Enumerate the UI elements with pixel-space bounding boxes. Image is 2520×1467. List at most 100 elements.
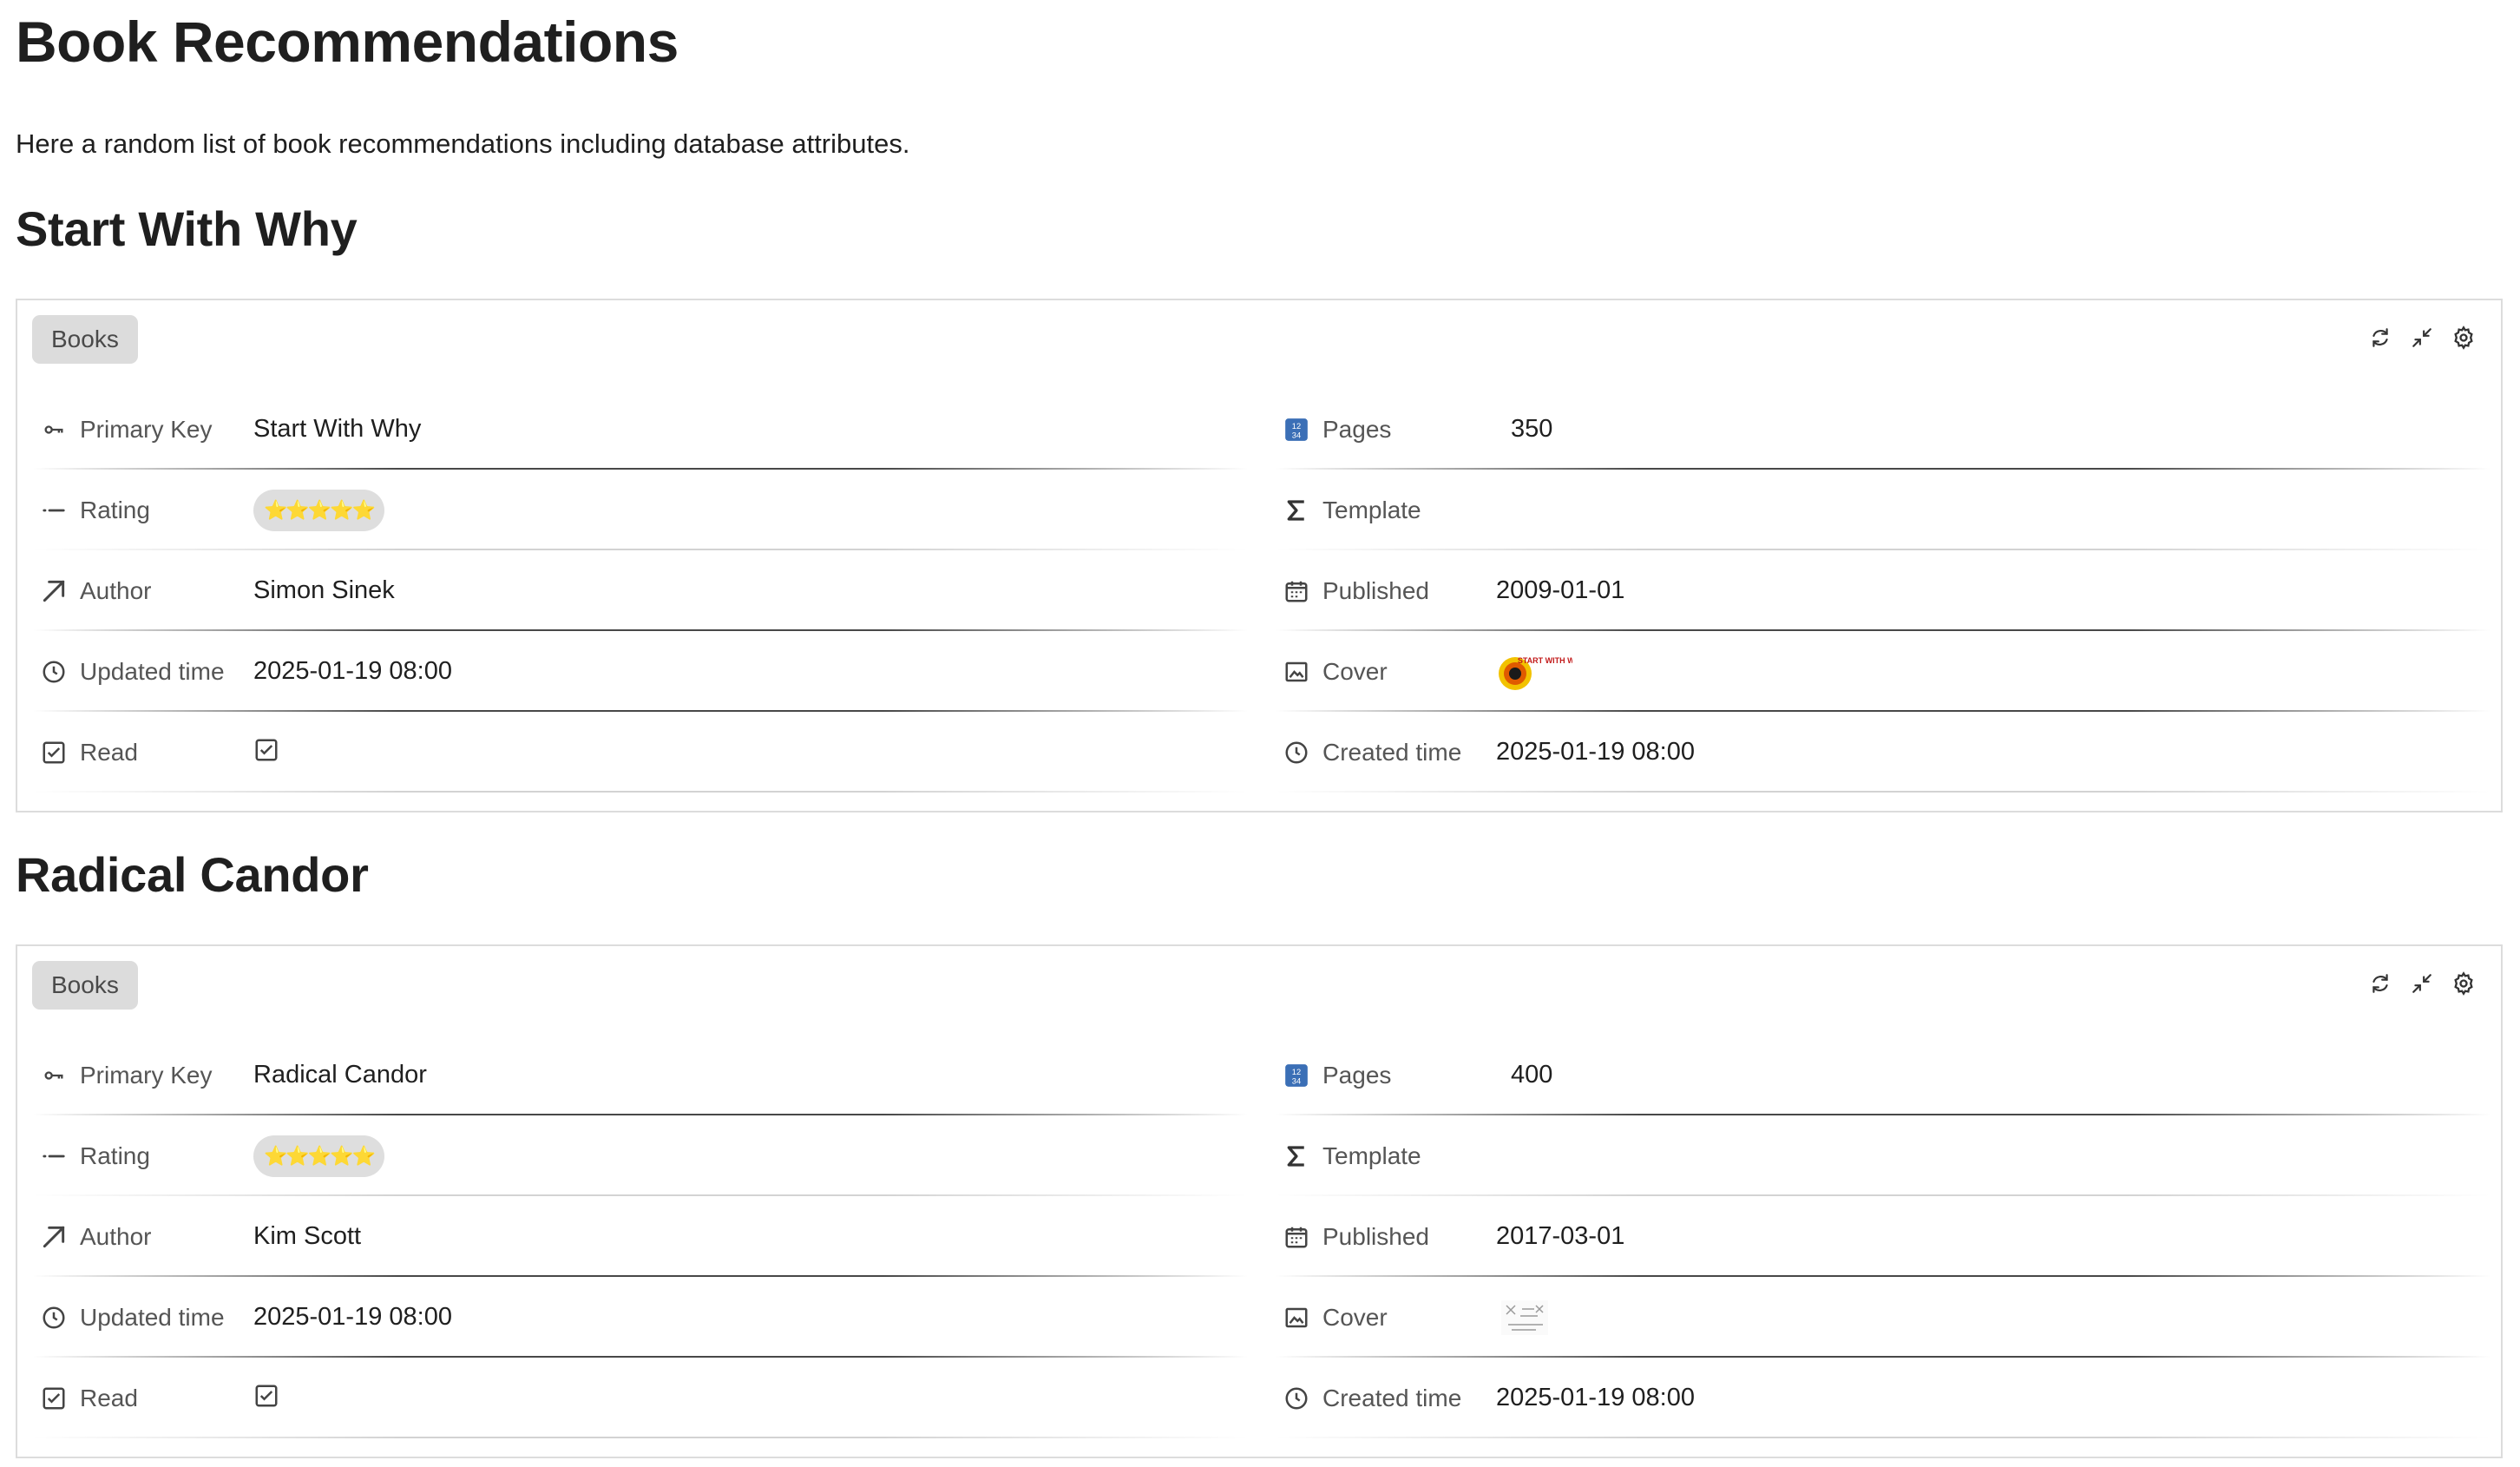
property-label: Updated time xyxy=(80,1303,225,1331)
property-label: Pages xyxy=(1322,415,1392,443)
svg-text:34: 34 xyxy=(1292,431,1301,439)
svg-text:12: 12 xyxy=(1292,421,1301,430)
refresh-icon[interactable] xyxy=(2367,325,2393,351)
property-value[interactable]: 350 xyxy=(1511,415,1552,444)
property-label: Created time xyxy=(1322,738,1462,766)
page: Book Recommendations Here a random list … xyxy=(0,0,2520,1458)
property-row-read: Read xyxy=(33,712,1248,793)
svg-text:12: 12 xyxy=(1292,1067,1301,1076)
cover-thumb-text: START WITH WHY xyxy=(1518,656,1572,665)
clock-icon xyxy=(1283,1385,1310,1412)
property-label: Author xyxy=(80,576,152,604)
property-value[interactable]: Start With Why xyxy=(253,415,421,444)
property-row-cover: Cover START WITH WHY xyxy=(1276,631,2490,712)
gear-icon[interactable] xyxy=(2451,325,2477,351)
property-value[interactable]: 2009-01-01 xyxy=(1496,576,1624,605)
database-tag[interactable]: Books xyxy=(32,961,138,1010)
property-label: Updated time xyxy=(80,657,225,685)
card-toolbar xyxy=(2367,325,2477,351)
refresh-icon[interactable] xyxy=(2367,970,2393,997)
property-label: Cover xyxy=(1322,1303,1388,1331)
database-tag[interactable]: Books xyxy=(32,315,138,364)
property-row-template: Template xyxy=(1276,470,2490,550)
arrow-up-right-icon xyxy=(40,577,68,605)
property-row-rating: Rating ⭐⭐⭐⭐⭐ xyxy=(33,470,1248,550)
property-row-updated-time: Updated time 2025-01-19 08:00 xyxy=(33,631,1248,712)
property-value: 2025-01-19 08:00 xyxy=(253,657,452,685)
key-icon xyxy=(40,1062,68,1089)
property-label: Author xyxy=(80,1222,152,1250)
checkbox-icon xyxy=(40,1385,68,1412)
key-icon xyxy=(40,416,68,444)
property-row-updated-time: Updated time 2025-01-19 08:00 xyxy=(33,1277,1248,1358)
property-value[interactable]: 400 xyxy=(1511,1061,1552,1089)
property-label: Pages xyxy=(1322,1061,1392,1089)
number-grid-icon: 12 34 xyxy=(1283,416,1310,444)
clock-icon xyxy=(40,1304,68,1332)
property-label: Rating xyxy=(80,496,150,523)
cover-thumbnail[interactable] xyxy=(1496,1297,1572,1339)
property-row-read: Read xyxy=(33,1358,1248,1438)
book-heading: Start With Why xyxy=(16,201,358,256)
read-checkbox[interactable] xyxy=(253,737,279,767)
properties-right-column: 12 34 Pages 350 Template Published 2009-0… xyxy=(1276,389,2490,793)
property-label: Primary Key xyxy=(80,415,213,443)
read-checkbox[interactable] xyxy=(253,1383,279,1413)
property-row-cover: Cover xyxy=(1276,1277,2490,1358)
property-value: 2025-01-19 08:00 xyxy=(1496,1384,1695,1411)
property-row-created-time: Created time 2025-01-19 08:00 xyxy=(1276,712,2490,793)
property-value: 2025-01-19 08:00 xyxy=(253,1303,452,1331)
clock-icon xyxy=(40,658,68,686)
property-row-created-time: Created time 2025-01-19 08:00 xyxy=(1276,1358,2490,1438)
list-dash-icon xyxy=(40,1142,68,1170)
sigma-icon xyxy=(1283,1142,1310,1170)
property-row-published: Published 2009-01-01 xyxy=(1276,550,2490,631)
rating-chip[interactable]: ⭐⭐⭐⭐⭐ xyxy=(253,489,384,531)
svg-text:34: 34 xyxy=(1292,1076,1301,1085)
property-value[interactable]: Kim Scott xyxy=(253,1222,361,1251)
property-row-pages: 12 34 Pages 350 xyxy=(1276,389,2490,470)
property-value[interactable]: Radical Candor xyxy=(253,1061,427,1089)
page-intro: Here a random list of book recommendatio… xyxy=(16,128,910,159)
property-row-author: Author Simon Sinek xyxy=(33,550,1248,631)
collapse-icon[interactable] xyxy=(2409,970,2435,997)
image-icon xyxy=(1283,1304,1310,1332)
property-row-published: Published 2017-03-01 xyxy=(1276,1196,2490,1277)
property-row-author: Author Kim Scott xyxy=(33,1196,1248,1277)
property-row-primary-key: Primary Key Start With Why xyxy=(33,389,1248,470)
property-label: Published xyxy=(1322,576,1429,604)
property-label: Cover xyxy=(1322,657,1388,685)
book-properties-card: Books Primary Key Radical Candor Rating … xyxy=(16,944,2503,1458)
number-grid-icon: 12 34 xyxy=(1283,1062,1310,1089)
property-label: Template xyxy=(1322,496,1421,523)
property-row-primary-key: Primary Key Radical Candor xyxy=(33,1035,1248,1115)
gear-icon[interactable] xyxy=(2451,970,2477,997)
property-label: Published xyxy=(1322,1222,1429,1250)
property-row-rating: Rating ⭐⭐⭐⭐⭐ xyxy=(33,1115,1248,1196)
collapse-icon[interactable] xyxy=(2409,325,2435,351)
properties-left-column: Primary Key Radical Candor Rating ⭐⭐⭐⭐⭐ … xyxy=(33,1035,1248,1438)
list-dash-icon xyxy=(40,497,68,524)
checkbox-icon xyxy=(40,739,68,766)
card-toolbar xyxy=(2367,970,2477,997)
cover-thumbnail[interactable]: START WITH WHY xyxy=(1496,650,1585,693)
book-properties-card: Books Primary Key Start With Why Rating … xyxy=(16,299,2503,812)
property-row-template: Template xyxy=(1276,1115,2490,1196)
property-value: 2025-01-19 08:00 xyxy=(1496,738,1695,766)
property-value[interactable]: Simon Sinek xyxy=(253,576,395,605)
properties-right-column: 12 34 Pages 400 Template Published 2017-0… xyxy=(1276,1035,2490,1438)
property-value[interactable]: 2017-03-01 xyxy=(1496,1222,1624,1251)
rating-chip[interactable]: ⭐⭐⭐⭐⭐ xyxy=(253,1135,384,1177)
properties-left-column: Primary Key Start With Why Rating ⭐⭐⭐⭐⭐ … xyxy=(33,389,1248,793)
page-title: Book Recommendations xyxy=(16,10,679,74)
property-label: Template xyxy=(1322,1141,1421,1169)
property-label: Primary Key xyxy=(80,1061,213,1089)
calendar-icon xyxy=(1283,577,1310,605)
arrow-up-right-icon xyxy=(40,1223,68,1251)
book-heading: Radical Candor xyxy=(16,847,369,902)
property-row-pages: 12 34 Pages 400 xyxy=(1276,1035,2490,1115)
property-label: Created time xyxy=(1322,1384,1462,1411)
property-label: Read xyxy=(80,1384,138,1411)
property-label: Rating xyxy=(80,1141,150,1169)
property-label: Read xyxy=(80,738,138,766)
